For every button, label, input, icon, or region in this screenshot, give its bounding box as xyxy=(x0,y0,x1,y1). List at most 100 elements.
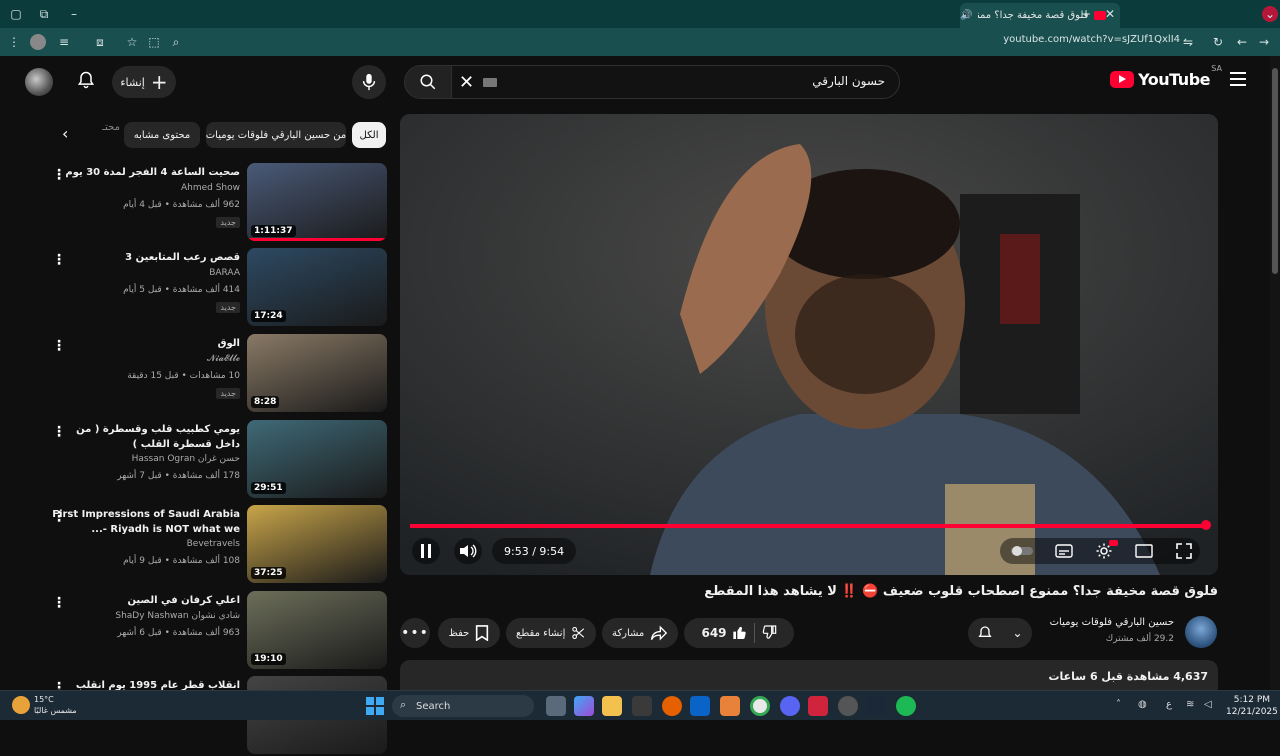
channel-avatar[interactable] xyxy=(1185,616,1217,648)
recommendation-title[interactable]: اعلي كرفان في الصين xyxy=(50,593,240,608)
reading-list-icon[interactable]: ≡ xyxy=(56,34,72,50)
new-tab-icon[interactable]: + xyxy=(1078,6,1094,22)
system-clock[interactable]: 5:12 PM 12/21/2025 xyxy=(1226,694,1278,718)
create-button[interactable]: إنشاء + xyxy=(112,66,176,98)
video-thumbnail[interactable]: 17:24 xyxy=(247,248,387,326)
recommendation-title[interactable]: صحيت الساعة 4 الفجر لمدة 30 يوم xyxy=(50,165,240,180)
recommendation-item[interactable]: 29:51 يومي كطبيب قلب وقسطرة ( من داخل قسط… xyxy=(40,420,390,500)
video-thumbnail[interactable]: 19:10 xyxy=(247,591,387,669)
recommendation-item[interactable]: 37:25 First Impressions of Saudi Arabia -… xyxy=(40,505,390,585)
video-thumbnail[interactable]: 29:51 xyxy=(247,420,387,498)
steam-icon[interactable] xyxy=(866,696,886,716)
microsoft-store-icon[interactable] xyxy=(632,696,652,716)
recommendation-channel[interactable]: Bevetravels xyxy=(187,539,240,549)
channel-name[interactable]: حسين البارقي فلوقات يوميات xyxy=(1050,617,1174,628)
voice-search-button[interactable] xyxy=(352,65,386,99)
chrome-icon[interactable] xyxy=(750,696,770,716)
tray-expand-icon[interactable]: ˄ xyxy=(1116,699,1121,710)
more-options-icon[interactable]: ⋮ xyxy=(52,252,66,268)
recommendation-item[interactable]: 17:24 قصص رعب المتابعين 3 BARAA 414 ألف مشا… xyxy=(40,248,390,328)
spotify-icon[interactable] xyxy=(896,696,916,716)
recommendation-title[interactable]: الوق xyxy=(50,336,240,351)
taskbar-search[interactable]: ⌕ Search xyxy=(392,695,534,717)
recommendation-item[interactable]: 19:10 اعلي كرفان في الصين شادي نشوان ShaDy… xyxy=(40,591,390,671)
scrollbar-thumb[interactable] xyxy=(1272,68,1278,274)
video-player[interactable]: 9:53 / 9:54 xyxy=(400,114,1218,575)
autoplay-toggle[interactable] xyxy=(1008,538,1036,564)
keyboard-icon[interactable] xyxy=(483,78,497,87)
wifi-icon[interactable]: ≋ xyxy=(1186,699,1194,710)
save-button[interactable]: حفظ xyxy=(438,618,500,648)
site-settings-icon[interactable]: ⇋ xyxy=(1180,34,1196,50)
more-actions-button[interactable]: ••• xyxy=(400,618,430,648)
recommendation-channel[interactable]: شادي نشوان ShaDy Nashwan xyxy=(115,611,240,621)
hamburger-menu-icon[interactable] xyxy=(1230,72,1246,86)
windows-start-icon[interactable] xyxy=(366,697,384,715)
account-avatar[interactable] xyxy=(25,68,53,96)
reload-icon[interactable]: ↻ xyxy=(1210,34,1226,50)
video-thumbnail[interactable]: 8:28 xyxy=(247,334,387,412)
chevron-left-icon[interactable]: ‹ xyxy=(62,124,68,143)
close-tab-icon[interactable]: ✕ xyxy=(1102,6,1118,22)
theater-mode-button[interactable] xyxy=(1130,538,1158,564)
recommendation-item[interactable]: 8:28 الوق 𝓝𝓲𝓪𝓔𝓵𝓵𝓮 10 مشاهدات • قبل 15 دقيقة… xyxy=(40,334,390,414)
browser-tab-active[interactable]: فلوق قصة مخيفة جدا؟ ممنوع 🔊 xyxy=(960,3,1120,28)
file-explorer-icon[interactable] xyxy=(602,696,622,716)
recommendation-title[interactable]: قصص رعب المتابعين 3 xyxy=(50,250,240,265)
input-language[interactable]: ع xyxy=(1166,699,1172,710)
settings-button[interactable] xyxy=(1090,538,1118,564)
volume-button[interactable] xyxy=(454,538,482,564)
forward-icon[interactable]: → xyxy=(1256,34,1272,50)
more-options-icon[interactable]: ⋮ xyxy=(52,595,66,611)
menu-dots-icon[interactable]: ⋮ xyxy=(6,34,22,50)
more-options-icon[interactable]: ⋮ xyxy=(52,167,66,183)
subtitles-button[interactable] xyxy=(1050,538,1078,564)
recommendation-title[interactable]: يومي كطبيب قلب وقسطرة ( من داخل قسطرة ال… xyxy=(50,422,240,452)
minimize-window-icon[interactable]: – xyxy=(66,6,82,22)
chip-all[interactable]: الكل xyxy=(352,122,386,148)
recommendation-channel[interactable]: حسن غران Hassan Ogran xyxy=(132,454,240,464)
chip-related[interactable]: محتوى مشابه xyxy=(124,122,200,148)
back-icon[interactable]: ← xyxy=(1234,34,1250,50)
app-red-icon[interactable] xyxy=(808,696,828,716)
tray-app-icon[interactable]: ◍ xyxy=(1138,699,1147,710)
tab-audio-icon[interactable]: 🔊 xyxy=(960,10,972,21)
outlook-icon[interactable] xyxy=(690,696,710,716)
discord-icon[interactable] xyxy=(780,696,800,716)
weather-sun-icon[interactable] xyxy=(12,696,30,714)
notifications-bell-icon[interactable] xyxy=(76,70,98,92)
clip-button[interactable]: إنشاء مقطع xyxy=(506,618,596,648)
video-thumbnail[interactable]: 37:25 xyxy=(247,505,387,583)
firefox-icon[interactable] xyxy=(662,696,682,716)
clear-search-icon[interactable]: ✕ xyxy=(459,72,474,93)
fullscreen-button[interactable] xyxy=(1170,538,1198,564)
github-icon[interactable] xyxy=(838,696,858,716)
recommendation-channel[interactable]: 𝓝𝓲𝓪𝓔𝓵𝓵𝓮 xyxy=(207,354,240,364)
page-scrollbar[interactable] xyxy=(1270,56,1280,690)
extensions-icon[interactable]: ⧈ xyxy=(92,34,108,50)
app-a-icon[interactable] xyxy=(720,696,740,716)
speaker-icon[interactable]: ◁ xyxy=(1204,699,1212,710)
pause-button[interactable] xyxy=(412,538,440,564)
screenshot-icon[interactable]: ⬚ xyxy=(146,34,162,50)
weather-widget[interactable]: 15°C مشمس غالبًا xyxy=(34,694,77,716)
more-options-icon[interactable]: ⋮ xyxy=(52,424,66,440)
subscribed-notifications-button[interactable]: ⌄ xyxy=(968,618,1032,648)
bookmark-star-icon[interactable]: ☆ xyxy=(124,34,140,50)
chip-overflow[interactable]: محتـ xyxy=(84,122,120,148)
search-button[interactable] xyxy=(404,65,452,99)
task-view-icon[interactable] xyxy=(546,696,566,716)
copilot-icon[interactable] xyxy=(574,696,594,716)
tab-actions-icon[interactable]: ▢ xyxy=(8,6,24,22)
recommendation-item[interactable]: 1:11:37 صحيت الساعة 4 الفجر لمدة 30 يوم Ah… xyxy=(40,163,390,243)
dislike-button[interactable] xyxy=(761,624,777,643)
like-button[interactable]: 649 xyxy=(701,625,747,641)
search-input[interactable]: حسون البارقي ✕ xyxy=(444,65,900,99)
video-thumbnail[interactable]: 1:11:37 xyxy=(247,163,387,241)
more-options-icon[interactable]: ⋮ xyxy=(52,509,66,525)
recommendation-channel[interactable]: BARAA xyxy=(209,268,240,278)
profile-avatar-icon[interactable] xyxy=(30,34,46,50)
progress-bar[interactable] xyxy=(410,524,1208,528)
recommendation-title[interactable]: First Impressions of Saudi Arabia - Riya… xyxy=(50,507,240,537)
share-button[interactable]: مشاركة xyxy=(602,618,678,648)
